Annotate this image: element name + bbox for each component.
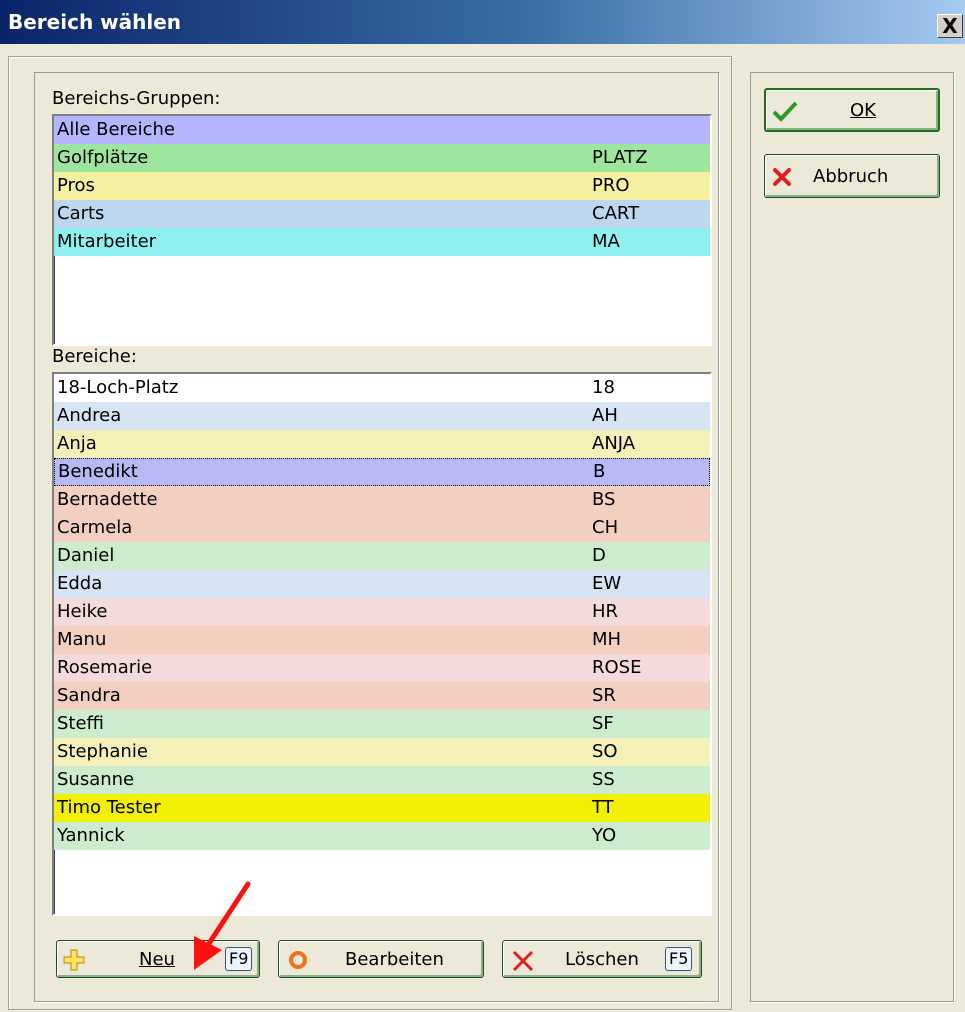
delete-button[interactable]: Löschen F5 xyxy=(502,940,702,978)
list-item[interactable]: Sandra SR xyxy=(54,682,710,710)
list-item-name: Golfplätze xyxy=(57,147,149,168)
list-item-code: CART xyxy=(592,203,640,224)
list-item-code: YO xyxy=(592,825,617,846)
list-item-code: MH xyxy=(592,629,622,650)
list-item[interactable]: Timo Tester TT xyxy=(54,794,710,822)
list-item-code: SF xyxy=(592,713,614,734)
list-item[interactable]: Andrea AH xyxy=(54,402,710,430)
list-item-name: Stephanie xyxy=(57,741,148,762)
list-item[interactable]: Alle Bereiche xyxy=(54,116,710,144)
list-item[interactable]: Pros PRO xyxy=(54,172,710,200)
list-item-code: ROSE xyxy=(592,657,642,678)
red-arrow-annotation xyxy=(194,881,251,970)
list-item-code: B xyxy=(593,461,606,482)
list-item-name: Steffi xyxy=(57,713,104,734)
check-icon xyxy=(772,101,798,122)
list-item-name: Timo Tester xyxy=(57,797,161,818)
red-x-icon xyxy=(773,168,791,186)
list-item-name: Edda xyxy=(57,573,103,594)
list-item[interactable]: Steffi SF xyxy=(54,710,710,738)
list-item-code: 18 xyxy=(592,377,615,398)
list-item-code: HR xyxy=(592,601,619,622)
list-item-name: Manu xyxy=(57,629,107,650)
list-item-name: Rosemarie xyxy=(57,657,153,678)
list-item-code: D xyxy=(592,545,606,566)
window-title: Bereich wählen xyxy=(8,10,182,34)
list-item[interactable]: Golfplätze PLATZ xyxy=(54,144,710,172)
list-item-name: Daniel xyxy=(57,545,115,566)
close-button[interactable]: X xyxy=(937,14,963,38)
list-item-name: Anja xyxy=(57,433,97,454)
list-item[interactable]: Carmela CH xyxy=(54,514,710,542)
list-item-code: EW xyxy=(592,573,622,594)
list-item[interactable]: 18-Loch-Platz 18 xyxy=(54,374,710,402)
cancel-button-label: Abbruch xyxy=(813,166,889,187)
list-item[interactable]: Susanne SS xyxy=(54,766,710,794)
edit-button[interactable]: Bearbeiten xyxy=(278,940,484,978)
groups-label: Bereichs-Gruppen: xyxy=(52,88,221,109)
list-item[interactable]: Manu MH xyxy=(54,626,710,654)
action-panel xyxy=(750,72,954,1002)
list-item-code: MA xyxy=(592,231,620,252)
list-item-name: Heike xyxy=(57,601,108,622)
list-item[interactable]: Rosemarie ROSE xyxy=(54,654,710,682)
title-bar: Bereich wählen X xyxy=(0,0,965,44)
list-item-name: Mitarbeiter xyxy=(57,231,157,252)
delete-button-label: Löschen xyxy=(565,949,639,970)
list-item[interactable]: Benedikt B xyxy=(54,458,710,486)
list-item[interactable]: Yannick YO xyxy=(54,822,710,850)
list-item-code: ANJA xyxy=(592,433,636,454)
list-item-code: SO xyxy=(592,741,618,762)
list-item[interactable]: Anja ANJA xyxy=(54,430,710,458)
list-item-name: Susanne xyxy=(57,769,135,790)
delete-shortcut-key: F5 xyxy=(665,947,693,971)
list-item-name: Yannick xyxy=(57,825,125,846)
list-item[interactable]: Bernadette BS xyxy=(54,486,710,514)
plus-icon xyxy=(63,949,85,971)
list-item-code: SS xyxy=(592,769,615,790)
list-item-code: BS xyxy=(592,489,616,510)
cross-icon xyxy=(512,950,534,972)
list-item-name: Pros xyxy=(57,175,95,196)
groups-listbox[interactable]: Alle Bereiche Golfplätze PLATZ Pros PRO Carts… xyxy=(52,114,712,346)
list-item-name: Carmela xyxy=(57,517,133,538)
areas-label: Bereiche: xyxy=(52,346,137,367)
list-item[interactable]: Carts CART xyxy=(54,200,710,228)
list-item-name: Benedikt xyxy=(58,461,138,482)
list-item-code: CH xyxy=(592,517,619,538)
list-item-code: PRO xyxy=(592,175,630,196)
list-item-name: Andrea xyxy=(57,405,122,426)
list-item-code: PLATZ xyxy=(592,147,648,168)
areas-listbox[interactable]: 18-Loch-Platz 18 Andrea AH Anja ANJA Benedikt B… xyxy=(52,372,712,916)
ok-button-label: OK xyxy=(850,100,876,121)
list-item-name: Bernadette xyxy=(57,489,158,510)
close-icon: X xyxy=(942,14,958,38)
list-item-name: Alle Bereiche xyxy=(57,119,175,140)
list-item-name: Carts xyxy=(57,203,105,224)
list-item-code: TT xyxy=(592,797,614,818)
list-item-code: AH xyxy=(592,405,618,426)
list-item-name: 18-Loch-Platz xyxy=(57,377,179,398)
list-item[interactable]: Heike HR xyxy=(54,598,710,626)
edit-button-label: Bearbeiten xyxy=(345,949,444,970)
list-item[interactable]: Stephanie SO xyxy=(54,738,710,766)
list-item-name: Sandra xyxy=(57,685,121,706)
list-item[interactable]: Daniel D xyxy=(54,542,710,570)
list-item[interactable]: Edda EW xyxy=(54,570,710,598)
new-button-label: Neu xyxy=(139,949,175,970)
list-item[interactable]: Mitarbeiter MA xyxy=(54,228,710,256)
ring-icon xyxy=(289,951,307,969)
cancel-button[interactable]: Abbruch xyxy=(764,154,940,198)
ok-button[interactable]: OK xyxy=(764,88,940,132)
list-item-code: SR xyxy=(592,685,616,706)
